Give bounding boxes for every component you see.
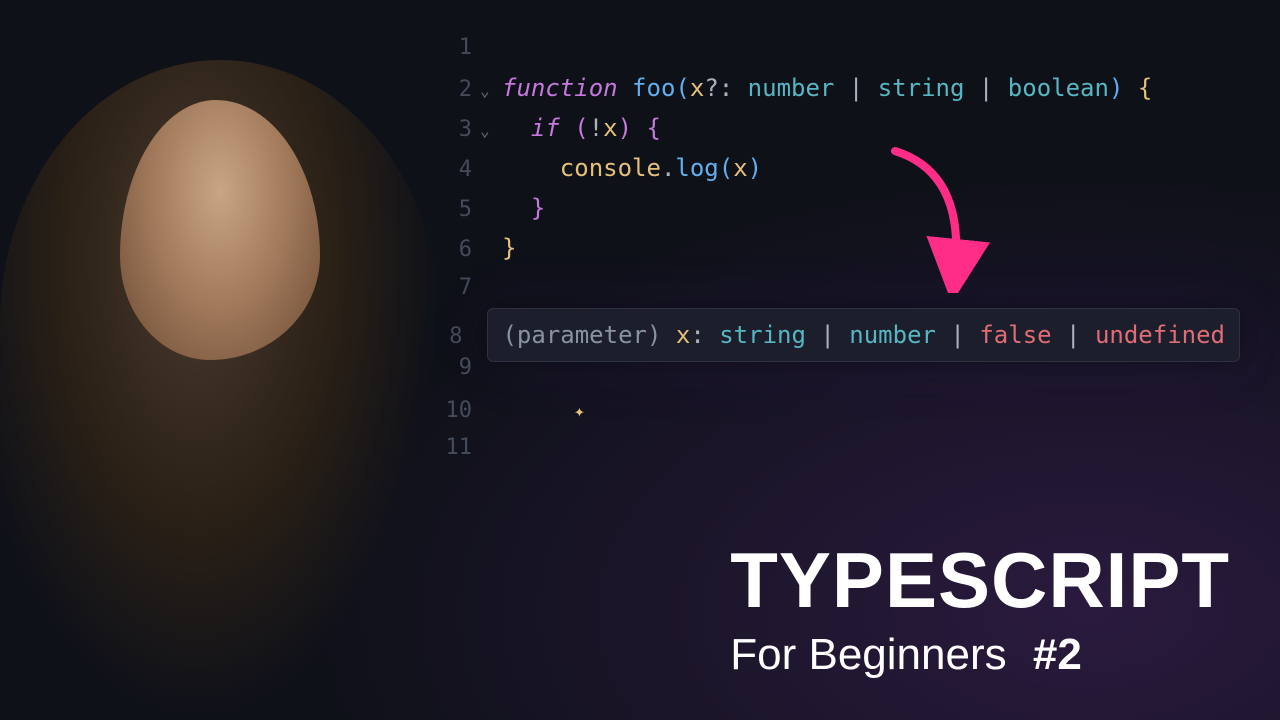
code-content: console.log(x) <box>502 148 762 188</box>
code-content: } <box>502 228 516 268</box>
type-hint-tooltip: (parameter) x: string | number | false |… <box>487 308 1240 362</box>
title-episode-number: #2 <box>1033 630 1082 679</box>
code-line: 7 <box>430 268 1240 308</box>
fold-chevron-icon[interactable]: ⌄ <box>480 71 502 111</box>
code-content: if (!x) { <box>502 108 661 148</box>
arrow-annotation <box>885 143 1005 293</box>
code-line: 1 <box>430 28 1240 68</box>
thumbnail-title: TYPESCRIPT For Beginners #2 <box>730 535 1230 680</box>
code-line: 11 <box>430 428 1240 468</box>
code-line: 10✦ <box>430 388 1240 428</box>
title-main: TYPESCRIPT <box>730 535 1230 626</box>
line-number: 4 <box>430 150 480 190</box>
line-number: 1 <box>430 28 480 68</box>
line-number: 5 <box>430 190 480 230</box>
code-content: (parameter) x: string | number | false |… <box>487 308 1240 362</box>
code-content: ✦ <box>502 388 585 432</box>
code-line: 2⌄function foo(x?: number | string | boo… <box>430 68 1240 108</box>
code-line: 6} <box>430 228 1240 268</box>
line-number: 6 <box>430 230 480 270</box>
code-line: 4 console.log(x) <box>430 148 1240 188</box>
title-sub: For Beginners <box>730 630 1006 679</box>
code-line: 8(parameter) x: string | number | false … <box>430 308 1240 348</box>
fold-chevron-icon[interactable]: ⌄ <box>480 111 502 151</box>
line-number: 2 <box>430 70 480 110</box>
code-line: 5 } <box>430 188 1240 228</box>
code-editor: 12⌄function foo(x?: number | string | bo… <box>430 28 1240 468</box>
code-content: function foo(x?: number | string | boole… <box>502 68 1152 108</box>
code-content: } <box>502 188 545 228</box>
line-number: 3 <box>430 110 480 150</box>
sparkle-icon: ✦ <box>574 392 585 432</box>
code-line: 3⌄ if (!x) { <box>430 108 1240 148</box>
presenter-photo <box>0 60 440 720</box>
